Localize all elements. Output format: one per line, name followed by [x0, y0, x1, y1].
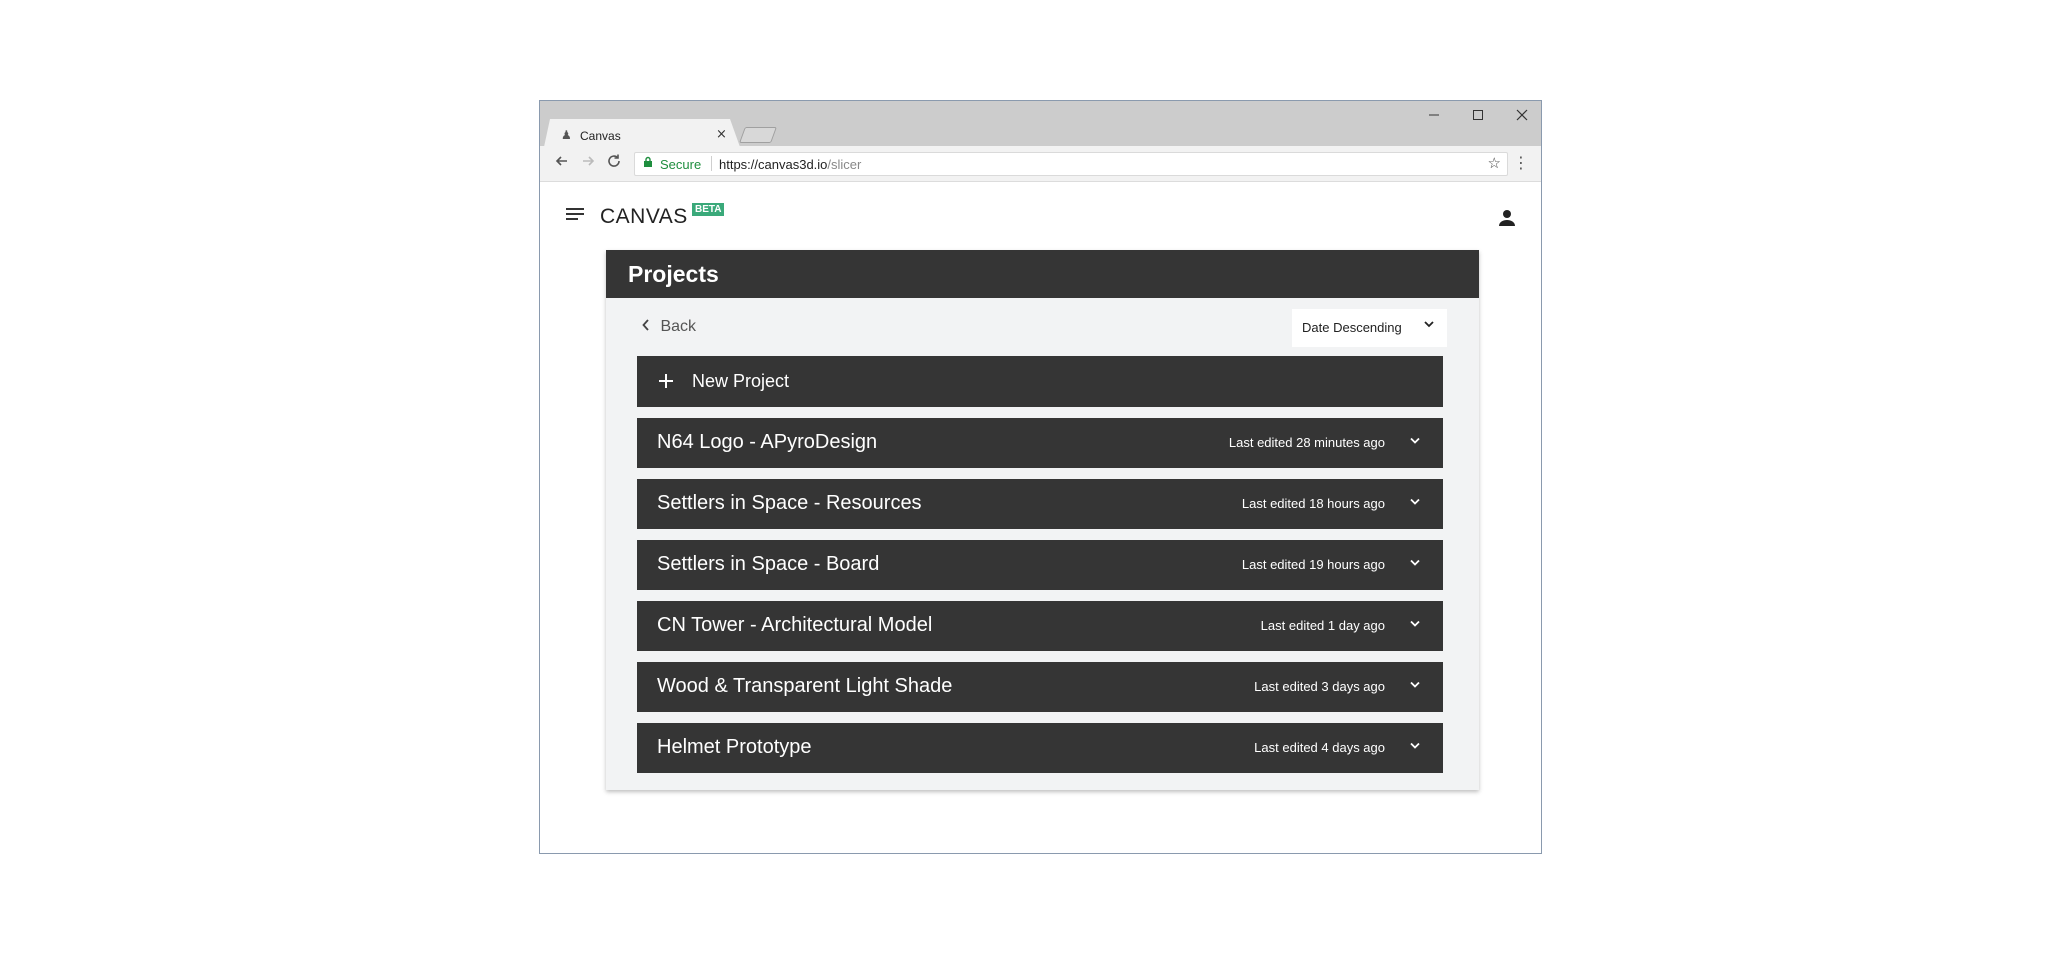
chevron-down-icon: [1423, 318, 1435, 334]
project-name: Wood & Transparent Light Shade: [657, 675, 953, 697]
lock-icon: [643, 156, 653, 171]
project-last-edited: Last edited 19 hours ago: [1241, 557, 1385, 572]
reload-icon[interactable]: [606, 153, 622, 173]
chevron-down-icon[interactable]: [1409, 738, 1420, 749]
project-last-edited: Last edited 18 hours ago: [1241, 496, 1385, 511]
app-header: CANVAS BETA: [540, 182, 1541, 242]
url-host: https://canvas3d.io: [719, 157, 828, 172]
chevron-left-icon: [642, 319, 654, 335]
projects-panel: Projects Back Date Descending New Projec…: [606, 250, 1479, 790]
chevron-down-icon[interactable]: [1409, 677, 1420, 688]
canvas-favicon-icon: ♟: [561, 128, 572, 142]
project-name: Settlers in Space - Resources: [657, 492, 922, 514]
address-bar[interactable]: Secure https://canvas3d.io/slicer ☆: [634, 152, 1508, 176]
maximize-icon[interactable]: [1472, 107, 1484, 125]
plus-icon: [657, 366, 675, 396]
title-bar: ♟ Canvas ×: [540, 101, 1541, 147]
project-name: CN Tower - Architectural Model: [657, 614, 933, 636]
url-path: /slicer: [827, 157, 862, 172]
project-last-edited: Last edited 28 minutes ago: [1228, 435, 1385, 450]
browser-toolbar: Secure https://canvas3d.io/slicer ☆ ⋮: [540, 146, 1541, 182]
project-row[interactable]: N64 Logo - APyroDesign Last edited 28 mi…: [637, 418, 1443, 468]
page-title: Projects: [628, 261, 719, 287]
project-row[interactable]: Settlers in Space - Resources Last edite…: [637, 479, 1443, 529]
project-row[interactable]: Settlers in Space - Board Last edited 19…: [637, 540, 1443, 590]
project-name: N64 Logo - APyroDesign: [657, 431, 878, 453]
new-project-label: New Project: [692, 371, 790, 391]
chevron-down-icon[interactable]: [1409, 494, 1420, 505]
app-logo: CANVAS: [600, 205, 688, 228]
browser-menu-icon[interactable]: ⋮: [1513, 153, 1529, 172]
project-last-edited: Last edited 3 days ago: [1254, 679, 1385, 694]
url-text: https://canvas3d.io/slicer: [719, 157, 861, 172]
user-account-icon[interactable]: [1497, 208, 1517, 228]
minimize-icon[interactable]: [1428, 107, 1440, 125]
tab-title: Canvas: [580, 129, 621, 143]
project-name: Helmet Prototype: [657, 736, 812, 758]
project-row[interactable]: Helmet Prototype Last edited 4 days ago: [637, 723, 1443, 773]
forward-arrow-icon[interactable]: [580, 153, 596, 173]
back-arrow-icon[interactable]: [554, 153, 570, 173]
tab-close-icon[interactable]: ×: [716, 127, 727, 142]
project-last-edited: Last edited 1 day ago: [1260, 618, 1385, 633]
browser-window: ♟ Canvas × Secure https://canvas3d.io/sl…: [539, 100, 1542, 854]
chevron-down-icon[interactable]: [1409, 433, 1420, 444]
sort-dropdown[interactable]: Date Descending: [1292, 309, 1447, 347]
back-button[interactable]: Back: [642, 318, 696, 336]
project-list: New Project N64 Logo - APyroDesign Last …: [637, 356, 1443, 784]
project-row[interactable]: Wood & Transparent Light Shade Last edit…: [637, 662, 1443, 712]
new-project-button[interactable]: New Project: [637, 356, 1443, 407]
project-last-edited: Last edited 4 days ago: [1254, 740, 1385, 755]
beta-badge: BETA: [692, 203, 725, 216]
chevron-down-icon[interactable]: [1409, 616, 1420, 627]
sort-label: Date Descending: [1302, 320, 1402, 335]
browser-tab[interactable]: [544, 119, 740, 147]
chevron-down-icon[interactable]: [1409, 555, 1420, 566]
bookmark-star-icon[interactable]: ☆: [1488, 154, 1501, 172]
address-divider: [711, 156, 712, 171]
project-row[interactable]: CN Tower - Architectural Model Last edit…: [637, 601, 1443, 651]
new-tab-button[interactable]: [739, 127, 777, 143]
project-name: Settlers in Space - Board: [657, 553, 880, 575]
secure-label: Secure: [660, 157, 702, 172]
back-label: Back: [660, 318, 697, 335]
hamburger-menu-icon[interactable]: [566, 208, 584, 222]
close-icon[interactable]: [1516, 107, 1528, 125]
projects-header: Projects: [606, 250, 1479, 298]
